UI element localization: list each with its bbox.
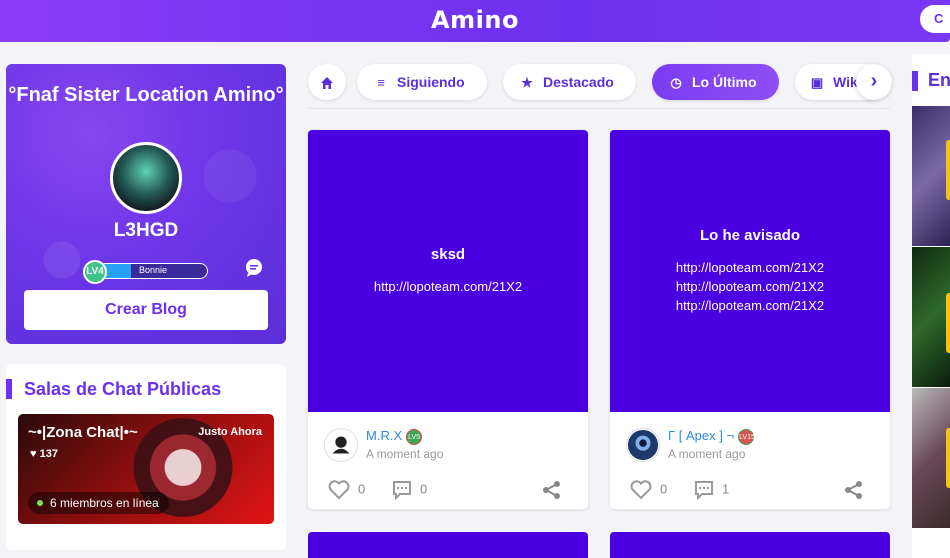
post-cover[interactable]: Lo he avisado http://lopoteam.com/21X2 h… xyxy=(610,130,890,412)
level-badge: LV4 xyxy=(83,260,107,284)
featured-thumbnail[interactable] xyxy=(912,247,950,387)
author-name-text: Γ [ Apex ] ¬ xyxy=(668,428,735,443)
post-title: sksd xyxy=(430,246,466,263)
chat-room-online-count: 6 miembros en línea xyxy=(28,492,169,514)
share-icon[interactable] xyxy=(542,480,562,500)
author-avatar[interactable] xyxy=(626,428,660,462)
clock-icon: ◷ xyxy=(670,75,682,90)
author-level-badge: LV15 xyxy=(738,428,755,445)
tab-siguiendo[interactable]: ≡ Siguiendo xyxy=(357,64,487,100)
user-avatar[interactable] xyxy=(110,142,182,214)
post-text-line: http://lopoteam.com/21X2 xyxy=(675,279,825,294)
comment-icon xyxy=(695,481,713,501)
community-profile-card: °Fnaf Sister Location Amino° L3HGD LV4 B… xyxy=(6,64,286,344)
post-card-peek[interactable] xyxy=(610,532,890,558)
list-icon: ≡ xyxy=(377,75,385,90)
post-card[interactable]: sksd http://lopoteam.com/21X2 M.R.X LV5 A… xyxy=(308,130,588,509)
author-level-badge: LV5 xyxy=(406,428,423,445)
level-progress-bar: Bonnie xyxy=(98,263,208,279)
home-icon xyxy=(321,77,333,90)
member-count-value: 137 xyxy=(39,448,58,460)
tab-destacado[interactable]: ★ Destacado xyxy=(503,64,636,100)
heart-icon xyxy=(630,480,652,500)
chat-room-card[interactable]: ~•|Zona Chat|•~ Justo Ahora ♥ 137 6 miem… xyxy=(18,414,274,524)
comment-button[interactable]: 1 xyxy=(694,480,730,501)
like-count: 0 xyxy=(358,481,366,497)
post-cover[interactable]: sksd http://lopoteam.com/21X2 xyxy=(308,130,588,412)
wiki-icon: ▣ xyxy=(810,75,824,90)
author-name-text: M.R.X xyxy=(366,428,403,443)
right-column-title: En xyxy=(912,70,950,91)
tab-label: Destacado xyxy=(543,74,614,90)
tabs-divider xyxy=(308,108,890,109)
author-name[interactable]: M.R.X LV5 xyxy=(366,428,423,445)
post-card-peek[interactable] xyxy=(308,532,588,558)
create-blog-button[interactable]: Crear Blog xyxy=(24,290,268,330)
featured-thumbnail[interactable] xyxy=(912,106,950,246)
thumbnail-accent xyxy=(946,293,950,353)
tab-label: Siguiendo xyxy=(397,74,465,90)
top-bar: Amino C xyxy=(0,0,950,42)
tab-lo-ultimo[interactable]: ◷ Lo Último xyxy=(652,64,779,100)
like-button[interactable]: 0 xyxy=(328,480,365,500)
chat-room-name: ~•|Zona Chat|•~ xyxy=(28,424,138,441)
thumbnail-accent xyxy=(946,140,950,200)
thumbnail-accent xyxy=(946,428,950,488)
author-name[interactable]: Γ [ Apex ] ¬ LV15 xyxy=(668,428,755,445)
comment-button[interactable]: 0 xyxy=(392,480,428,501)
post-time: A moment ago xyxy=(366,447,444,461)
comment-count: 1 xyxy=(722,481,730,497)
level-title: Bonnie xyxy=(138,265,168,275)
post-text-line: http://lopoteam.com/21X2 xyxy=(675,298,825,313)
comment-icon xyxy=(393,481,411,501)
tab-home[interactable] xyxy=(308,64,346,100)
chat-rooms-title: Salas de Chat Públicas xyxy=(6,377,221,401)
post-time: A moment ago xyxy=(668,447,746,461)
post-card[interactable]: Lo he avisado http://lopoteam.com/21X2 h… xyxy=(610,130,890,509)
username[interactable]: L3HGD xyxy=(6,220,286,242)
star-icon: ★ xyxy=(521,75,533,90)
feed-tabs: ≡ Siguiendo ★ Destacado ◷ Lo Último ▣ Wiki xyxy=(298,58,898,106)
post-title: Lo he avisado xyxy=(699,227,801,244)
share-icon[interactable] xyxy=(844,480,864,500)
like-count: 0 xyxy=(660,481,668,497)
community-name[interactable]: °Fnaf Sister Location Amino° xyxy=(6,84,286,107)
author-avatar[interactable] xyxy=(324,428,358,462)
post-text-line: http://lopoteam.com/21X2 xyxy=(675,260,825,275)
chat-bubble-icon[interactable] xyxy=(244,258,264,278)
tabs-next-arrow[interactable]: › xyxy=(856,64,892,100)
top-right-button[interactable]: C xyxy=(920,5,950,33)
chat-room-member-count: ♥ 137 xyxy=(30,448,58,460)
members-icon: ♥ xyxy=(30,448,37,460)
amino-logo[interactable]: Amino xyxy=(0,6,950,34)
right-column: En xyxy=(912,54,950,558)
public-chat-rooms-panel: Salas de Chat Públicas ~•|Zona Chat|•~ J… xyxy=(6,364,286,550)
comment-count: 0 xyxy=(420,481,428,497)
like-button[interactable]: 0 xyxy=(630,480,667,500)
heart-icon xyxy=(328,480,350,500)
tab-label: Lo Último xyxy=(692,74,757,90)
featured-thumbnail[interactable] xyxy=(912,388,950,528)
chat-room-time: Justo Ahora xyxy=(198,426,262,438)
post-text-line: http://lopoteam.com/21X2 xyxy=(373,279,523,294)
